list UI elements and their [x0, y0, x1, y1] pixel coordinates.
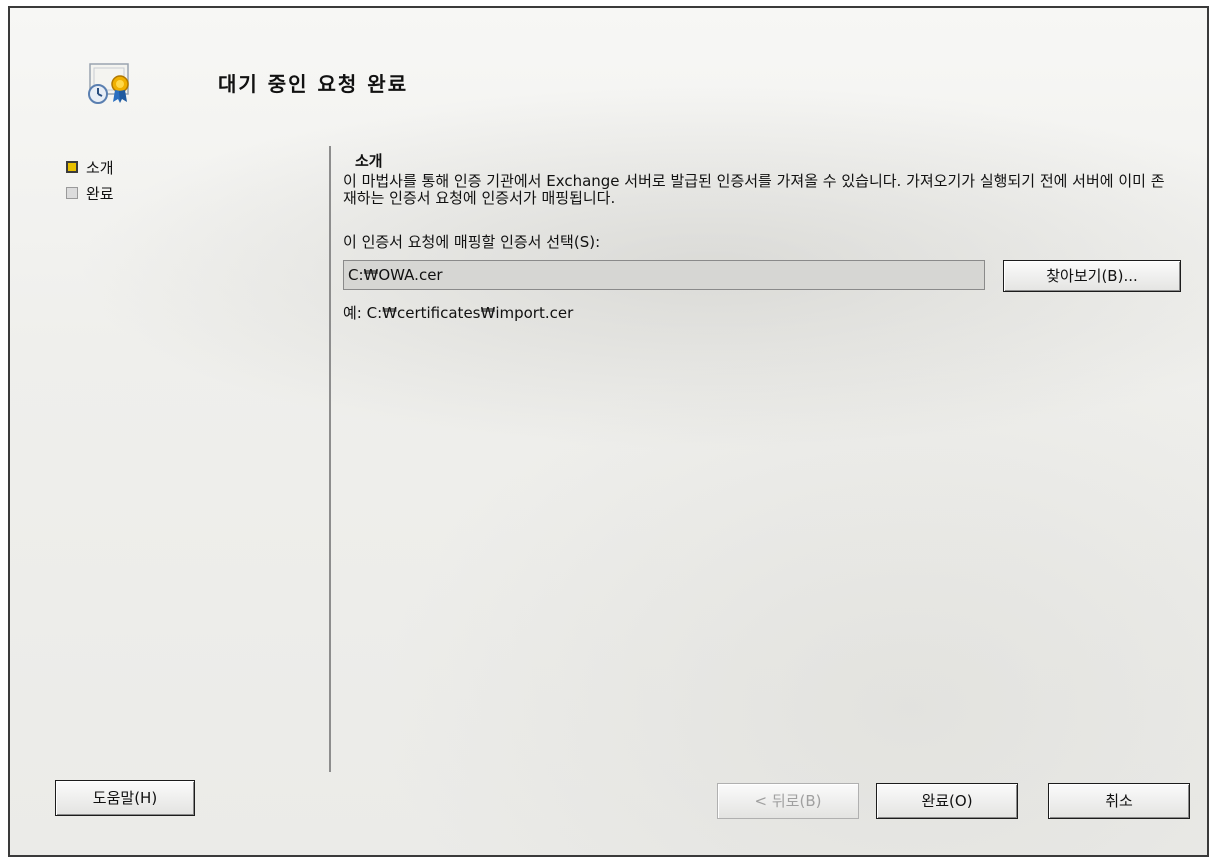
page-title: 대기 중인 요청 완료 — [218, 72, 409, 96]
description-text: 이 마법사를 통해 인증 기관에서 Exchange 서버로 발급된 인증서를 … — [343, 172, 1165, 207]
example-text: 예: C:₩certificates₩import.cer — [343, 304, 574, 322]
help-button[interactable]: 도움말(H) — [55, 780, 195, 816]
content-panel: 소개 이 마법사를 통해 인증 기관에서 Exchange 서버로 발급된 인증… — [343, 150, 1183, 322]
divider — [329, 146, 331, 772]
inactive-step-marker-icon — [66, 187, 78, 199]
certificate-path-input[interactable] — [343, 260, 985, 290]
step-complete: 완료 — [66, 180, 114, 206]
browse-button[interactable]: 찾아보기(B)... — [1003, 260, 1181, 292]
finish-button[interactable]: 완료(O) — [876, 783, 1018, 819]
wizard-steps: 소개 완료 — [66, 154, 114, 206]
certificate-icon — [88, 63, 129, 104]
active-step-marker-icon — [66, 161, 78, 173]
section-title: 소개 — [355, 152, 383, 170]
step-intro: 소개 — [66, 154, 114, 180]
step-intro-label: 소개 — [86, 158, 114, 177]
wizard-window: 대기 중인 요청 완료 소개 완료 소개 이 마법사를 통해 인증 기관에서 E… — [8, 6, 1209, 857]
select-certificate-label: 이 인증서 요청에 매핑할 인증서 선택(S): — [343, 233, 601, 251]
cancel-button[interactable]: 취소 — [1048, 783, 1190, 819]
back-button[interactable]: < 뒤로(B) — [717, 783, 859, 819]
step-complete-label: 완료 — [86, 184, 114, 203]
file-row: 찾아보기(B)... — [343, 258, 1183, 292]
